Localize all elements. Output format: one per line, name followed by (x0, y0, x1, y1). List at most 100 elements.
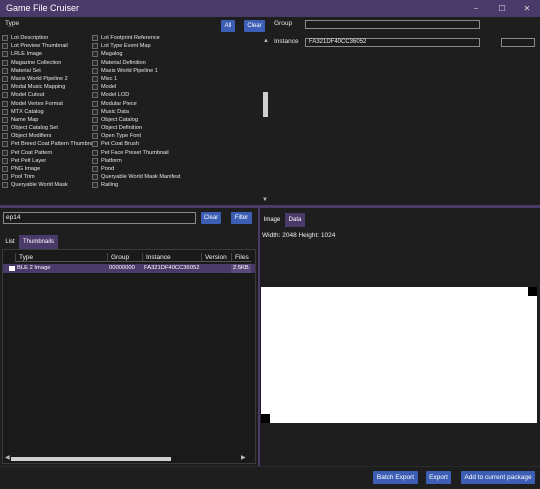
type-checkbox[interactable] (2, 100, 8, 107)
type-list-item[interactable]: Lot Description (2, 34, 94, 42)
type-checkbox[interactable] (92, 59, 98, 66)
tab-image[interactable]: Image (260, 213, 284, 227)
type-list-item[interactable]: Pet Face Preset Thumbnail (92, 149, 192, 157)
horizontal-splitter[interactable] (0, 205, 540, 208)
column-header-group[interactable]: Group (107, 253, 142, 262)
close-icon[interactable]: ✕ (515, 0, 539, 17)
type-list-item[interactable]: Railing (92, 181, 192, 189)
type-checkbox[interactable] (92, 157, 98, 164)
chevron-right-icon[interactable]: ▶ (241, 454, 246, 461)
type-list-item[interactable]: Maxis World Pipeline 1 (92, 67, 192, 75)
type-list-item[interactable]: Misc 1 (92, 75, 192, 83)
type-checkbox[interactable] (2, 67, 8, 74)
tab-list[interactable]: List (2, 235, 18, 249)
type-list-item[interactable]: Object Catalog (92, 116, 192, 124)
type-checkbox[interactable] (92, 43, 98, 50)
type-list-item[interactable]: Pet Coat Pattern (2, 149, 94, 157)
column-header-instance[interactable]: Instance (142, 253, 201, 262)
query-input[interactable]: ep14 (3, 212, 196, 224)
type-list-scrollbar[interactable] (263, 92, 268, 117)
type-list-item[interactable]: Pet Breed Coat Pattern Thumbnail (2, 140, 94, 148)
type-list-item[interactable]: Material Set (2, 67, 94, 75)
type-list-item[interactable]: Pond (92, 165, 192, 173)
grid-horizontal-scrollbar[interactable] (11, 457, 171, 461)
type-checkbox[interactable] (92, 116, 98, 123)
type-list-item[interactable]: Object Definition (92, 124, 192, 132)
type-list-item[interactable]: LRLE Image (2, 50, 94, 58)
type-checkbox[interactable] (2, 59, 8, 66)
type-checkbox[interactable] (2, 133, 8, 140)
type-checkbox[interactable] (92, 84, 98, 91)
minimize-icon[interactable]: − (464, 0, 488, 17)
type-list-item[interactable]: Music Data (92, 108, 192, 116)
type-list-item[interactable]: Modular Piece (92, 100, 192, 108)
column-header-type[interactable]: Type (15, 253, 107, 262)
type-checkbox[interactable] (2, 84, 8, 91)
type-checkbox[interactable] (2, 174, 8, 181)
chevron-down-icon[interactable]: ▼ (262, 197, 268, 203)
type-list-item[interactable]: Magazine Collection (2, 59, 94, 67)
type-checkbox[interactable] (2, 125, 8, 132)
type-list-item[interactable]: Platform (92, 157, 192, 165)
type-checkbox[interactable] (92, 51, 98, 58)
table-row[interactable]: BLE 2 Image 00000000 FA321DF40CC36052 2.… (3, 264, 255, 273)
chevron-up-icon[interactable]: ▲ (263, 38, 269, 44)
tab-thumbnails[interactable]: Thumbnails (19, 235, 58, 249)
type-list-item[interactable]: Queryable World Mask (2, 181, 94, 189)
type-checkbox[interactable] (92, 125, 98, 132)
type-checkbox[interactable] (92, 133, 98, 140)
type-checkbox[interactable] (2, 35, 8, 41)
type-list-item[interactable]: Pet Pelt Layer (2, 157, 94, 165)
type-checkbox[interactable] (2, 149, 8, 156)
type-list-item[interactable]: Maxis World Pipeline 2 (2, 75, 94, 83)
type-checkbox[interactable] (2, 75, 8, 82)
type-checkbox[interactable] (2, 157, 8, 164)
type-list-item[interactable]: Object Catalog Set (2, 124, 94, 132)
type-checkbox[interactable] (2, 108, 8, 115)
type-list-item[interactable]: Model Cutout (2, 91, 94, 99)
batch-export-button[interactable]: Batch Export (373, 471, 418, 484)
type-checkbox[interactable] (92, 166, 98, 172)
type-checkbox[interactable] (2, 141, 8, 148)
clear-types-button[interactable]: Clear (244, 20, 265, 32)
type-checkbox[interactable] (92, 141, 98, 148)
type-checkbox[interactable] (92, 92, 98, 99)
column-header-version[interactable]: Version (201, 253, 231, 262)
instance-field[interactable]: FA321DF40CC36052 (305, 38, 480, 47)
type-list-item[interactable]: Object Modifiers (2, 132, 94, 140)
add-to-package-button[interactable]: Add to current package (461, 471, 535, 484)
type-list-item[interactable]: Open Type Font (92, 132, 192, 140)
type-checkbox[interactable] (92, 108, 98, 115)
type-list-item[interactable]: Lot Footprint Reference (92, 34, 192, 42)
type-checkbox[interactable] (92, 67, 98, 74)
type-list-item[interactable]: Lot Preview Thumbnail (2, 42, 94, 50)
type-checkbox[interactable] (92, 100, 98, 107)
type-checkbox[interactable] (92, 35, 98, 41)
type-checkbox[interactable] (2, 116, 8, 123)
type-checkbox[interactable] (2, 51, 8, 58)
row-checkbox[interactable] (7, 264, 15, 273)
column-header-files[interactable]: Files (231, 253, 251, 262)
type-checkbox[interactable] (2, 92, 8, 99)
clear-query-button[interactable]: Clear (201, 212, 221, 224)
type-checkbox[interactable] (92, 75, 98, 82)
type-list-item[interactable]: PNG Image (2, 165, 94, 173)
type-checkbox[interactable] (2, 182, 8, 189)
type-list-item[interactable]: Queryable World Mask Manifest (92, 173, 192, 181)
type-checkbox[interactable] (92, 174, 98, 181)
type-checkbox[interactable] (92, 182, 98, 189)
type-list-item[interactable]: Pet Coat Brush (92, 140, 192, 148)
type-checkbox[interactable] (2, 166, 8, 172)
maximize-icon[interactable]: ☐ (490, 0, 514, 17)
type-list-item[interactable]: Pool Trim (2, 173, 94, 181)
type-checkbox[interactable] (92, 149, 98, 156)
extra-field[interactable] (501, 38, 535, 47)
type-list-item[interactable]: Material Definition (92, 59, 192, 67)
type-list-item[interactable]: Model LOD (92, 91, 192, 99)
type-checkbox[interactable] (2, 43, 8, 50)
chevron-left-icon[interactable]: ◀ (5, 454, 10, 461)
select-all-button[interactable]: All (221, 20, 235, 32)
filter-button[interactable]: Filter (231, 212, 252, 224)
group-field[interactable] (305, 20, 480, 29)
vertical-splitter[interactable] (258, 208, 260, 466)
